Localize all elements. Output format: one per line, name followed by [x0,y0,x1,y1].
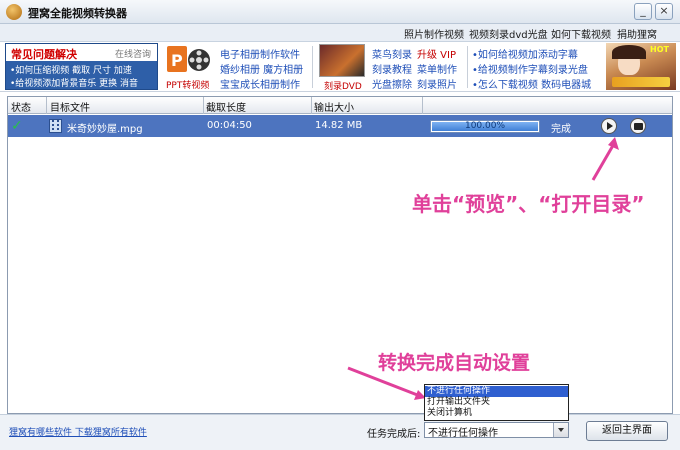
faq-title: 常见问题解决 [11,48,77,61]
dvd-thumbnail[interactable] [319,44,365,77]
menu-burn-dvd[interactable]: 视频刻录dvd光盘 [469,26,548,41]
promo-banner: 常见问题解决 在线咨询 •如何压缩视频 截取 尺寸 加速 •给视频添加背景音乐 … [0,42,680,92]
table-row[interactable]: ✓ 米奇妙妙屋.mpg 00:04:50 14.82 MB 100.00% 完成 [8,115,672,137]
ppt-thumbnail-icon[interactable]: P [165,44,213,76]
column-output-size[interactable]: 输出大小 [314,99,354,114]
svg-text:P: P [171,51,183,70]
task-complete-select[interactable]: 不进行任何操作 [424,422,569,439]
burn-link-menu[interactable]: 菜单制作 [417,61,457,76]
burn-dvd-label[interactable]: 刻录DVD [324,79,362,92]
preview-play-icon[interactable] [601,118,617,134]
file-list: 状态 目标文件 截取长度 输出大小 ✓ 米奇妙妙屋.mpg 00:04:50 1… [7,96,673,414]
row-progress-bar: 100.00% [430,120,540,133]
menu-download-video[interactable]: 如何下载视频 [551,26,611,41]
tip-link-download[interactable]: •怎么下载视频 数码电器城 [472,76,591,91]
back-to-main-button[interactable]: 返回主界面 [586,421,668,441]
faq-panel: 常见问题解决 在线咨询 •如何压缩视频 截取 尺寸 加速 •给视频添加背景音乐 … [5,43,158,90]
game-ad-image[interactable]: HOT [606,43,676,90]
album-link-wedding[interactable]: 婚纱相册 魔方相册 [220,61,303,76]
menu-donate[interactable]: 捐助狸窝 [617,26,657,41]
tip-link-subtitle-disc[interactable]: •给视频制作字幕刻录光盘 [472,61,588,76]
column-target-file[interactable]: 目标文件 [50,99,90,114]
option-open-output-folder[interactable]: 打开输出文件夹 [425,397,568,408]
preview-hint-text: 单击“预览”、“打开目录” [412,192,645,216]
app-logo-icon [6,4,22,20]
game-ad-badge: HOT [650,45,669,54]
row-size: 14.82 MB [315,120,363,131]
task-complete-label: 任务完成后: [367,429,421,440]
online-consult-link[interactable]: 在线咨询 [115,47,151,60]
option-shutdown[interactable]: 关闭计算机 [425,408,568,419]
file-list-header: 状态 目标文件 截取长度 输出大小 [8,97,672,114]
auto-setting-hint-arrow-icon [347,366,426,400]
open-folder-icon[interactable] [630,118,646,134]
album-link-software[interactable]: 电子相册制作软件 [220,46,300,61]
row-state: 完成 [551,124,571,135]
burn-link-photos[interactable]: 刻录照片 [417,76,457,91]
task-complete-dropdown: 不进行任何操作 打开输出文件夹 关闭计算机 [424,384,569,421]
upgrade-vip-link[interactable]: 升级 VIP [417,46,456,61]
burn-link-erase[interactable]: 光盘擦除 [372,76,412,91]
ppt-to-video-label[interactable]: PPT转视频 [166,78,209,91]
bottom-bar: 狸窝有哪些软件 下载狸窝所有软件 任务完成后: 不进行任何操作 返回主界面 [0,414,680,450]
close-button[interactable]: × [655,3,673,20]
title-bar: 狸窝全能视频转换器 _ × [0,0,680,24]
faq-link-music[interactable]: •给视频添加背景音乐 更换 消音 [10,76,138,89]
tip-link-subtitles[interactable]: •如何给视频加添动字幕 [472,46,578,61]
burn-link-tutorial[interactable]: 刻录教程 [372,61,412,76]
chevron-down-icon[interactable] [553,423,568,437]
column-status[interactable]: 状态 [11,99,31,114]
faq-link-compress[interactable]: •如何压缩视频 截取 尺寸 加速 [10,63,132,76]
done-check-icon: ✓ [11,118,23,134]
menu-photo-to-video[interactable]: 照片制作视频 [404,26,464,41]
row-file-name: 米奇妙妙屋.mpg [67,124,143,135]
all-software-link[interactable]: 狸窝有哪些软件 下载狸窝所有软件 [9,425,147,438]
video-file-icon [49,119,62,133]
album-link-baby[interactable]: 宝宝成长相册制作 [220,76,300,91]
column-duration[interactable]: 截取长度 [206,99,246,114]
task-complete-value: 不进行任何操作 [428,428,498,439]
preview-hint-arrow-icon [591,137,619,181]
top-menu: 照片制作视频 视频刻录dvd光盘 如何下载视频 捐助狸窝 [0,24,680,42]
option-no-action[interactable]: 不进行任何操作 [425,386,568,397]
window-title: 狸窝全能视频转换器 [28,7,127,20]
row-duration: 00:04:50 [207,120,252,131]
minimize-button[interactable]: _ [634,3,652,20]
burn-link-beginner[interactable]: 菜鸟刻录 [372,46,412,61]
row-progress-text: 100.00% [464,121,506,131]
